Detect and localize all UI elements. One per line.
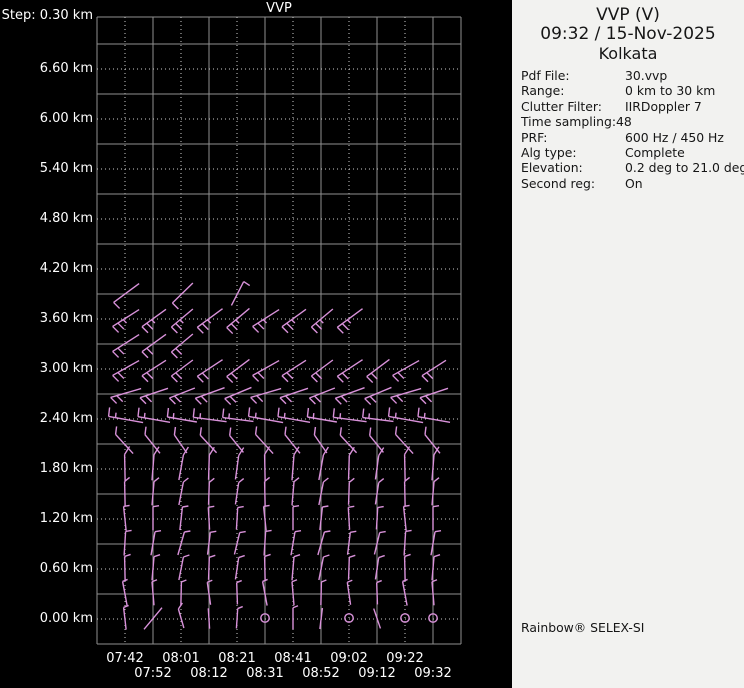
panel-datetime: 09:32 / 15-Nov-2025 (540, 24, 716, 44)
brand-footer: Rainbow® SELEX-SI (521, 620, 645, 635)
scan-parameters: Pdf File: 30.vvp Range: 0 km to 30 km Clut… (512, 68, 744, 191)
panel-title: VVP (V) (596, 5, 660, 25)
x-axis-label: 08:21 (218, 651, 256, 666)
info-row-prf: PRF: 600 Hz / 450 Hz (521, 129, 724, 145)
x-axis-label: 07:42 (106, 651, 144, 666)
x-axis-label: 08:31 (246, 666, 284, 681)
info-row-elevation: Elevation: 0.2 deg to 21.0 deg (521, 160, 744, 176)
y-axis-label: 0.60 km (39, 561, 93, 576)
info-row-range: Range: 0 km to 30 km (521, 83, 716, 99)
info-row-time-sampling: Time sampling:48 (521, 114, 632, 130)
step-label: Step: 0.30 km (1, 8, 93, 23)
y-axis-label: 0.00 km (39, 611, 93, 626)
y-axis-label: 5.40 km (39, 161, 93, 176)
x-axis-label: 09:12 (358, 666, 396, 681)
x-axis-label: 08:01 (162, 651, 200, 666)
x-axis-label: 09:32 (414, 666, 452, 681)
info-row-alg-type: Alg type: Complete (521, 145, 685, 161)
y-axis-label: 6.00 km (39, 111, 93, 126)
x-axis-label: 08:41 (274, 651, 312, 666)
info-row-clutter-filter: Clutter Filter: IIRDoppler 7 (521, 98, 702, 114)
info-row-second-reg: Second reg: On (521, 175, 643, 191)
y-axis-label: 1.20 km (39, 511, 93, 526)
y-axis-label: 6.60 km (39, 61, 93, 76)
y-axis-label: 1.80 km (39, 461, 93, 476)
y-axis-label: 3.60 km (39, 311, 93, 326)
y-axis-label: 3.00 km (39, 361, 93, 376)
y-axis-label: 2.40 km (39, 411, 93, 426)
info-panel: VVP (V) 09:32 / 15-Nov-2025 Kolkata Pdf … (512, 0, 744, 688)
vvp-chart-pane: VVP Step: 0.30 km 6.60 km 6.00 km 5.40 k… (0, 0, 512, 688)
x-axis-label: 09:02 (330, 651, 368, 666)
y-axis-label: 4.80 km (39, 211, 93, 226)
y-axis-label: 4.20 km (39, 261, 93, 276)
x-axis-label: 07:52 (134, 666, 172, 681)
info-row-pdf-file: Pdf File: 30.vvp (521, 68, 668, 83)
x-axis-label: 09:22 (386, 651, 424, 666)
plot-title: VVP (266, 1, 292, 16)
wind-barb-chart (96, 16, 462, 645)
x-axis-label: 08:12 (190, 666, 228, 681)
panel-site: Kolkata (598, 44, 658, 63)
x-axis-label: 08:52 (302, 666, 340, 681)
radar-application-window: { "plot": { "title": "VVP", "step_label"… (0, 0, 744, 688)
